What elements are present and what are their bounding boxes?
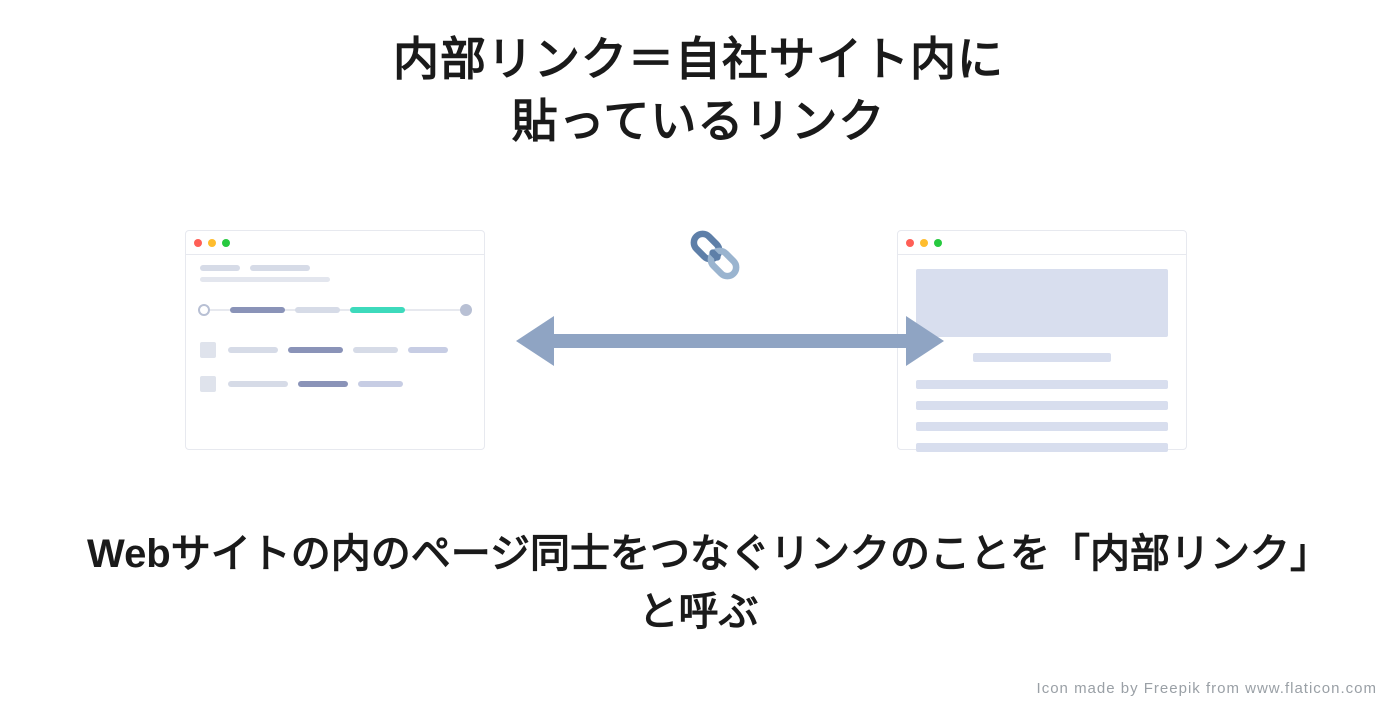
text-placeholder <box>973 353 1112 362</box>
placeholder-bar <box>200 265 240 271</box>
timeline-dot-icon <box>460 304 472 316</box>
header-bars <box>200 265 470 271</box>
list-item <box>200 376 470 392</box>
link-icon <box>680 220 750 290</box>
title-line-2: 貼っているリンク <box>512 95 886 147</box>
placeholder-bar <box>358 381 403 387</box>
timeline-segment <box>350 307 405 313</box>
window-titlebar <box>186 231 484 255</box>
timeline-segment <box>295 307 340 313</box>
timeline-dot-icon <box>198 304 210 316</box>
title-line-1: 内部リンク＝自社サイト内に <box>393 33 1004 85</box>
list-item <box>200 342 470 358</box>
placeholder-bar <box>228 347 278 353</box>
timeline <box>200 300 470 320</box>
placeholder-bar <box>200 277 330 282</box>
page-subtitle: Webサイトの内のページ同士をつなぐリンクのことを「内部リンク」と呼ぶ <box>80 525 1317 641</box>
placeholder-bar <box>228 381 288 387</box>
traffic-light-zoom-icon <box>222 239 230 247</box>
window-titlebar <box>898 231 1186 255</box>
placeholder-bar <box>298 381 348 387</box>
browser-window-left <box>185 230 485 450</box>
traffic-light-minimize-icon <box>920 239 928 247</box>
text-placeholder <box>916 422 1168 431</box>
arrow-shaft <box>550 334 910 348</box>
traffic-light-minimize-icon <box>208 239 216 247</box>
text-placeholder <box>916 443 1168 452</box>
placeholder-bar <box>408 347 448 353</box>
text-placeholder <box>916 401 1168 410</box>
window-body <box>186 255 484 420</box>
text-placeholder <box>916 380 1168 389</box>
window-body <box>898 255 1186 478</box>
list <box>200 342 470 392</box>
thumbnail-icon <box>200 376 216 392</box>
placeholder-bar <box>288 347 343 353</box>
list-item-bars <box>228 381 458 387</box>
traffic-light-close-icon <box>194 239 202 247</box>
placeholder-bar <box>353 347 398 353</box>
attribution-text: Icon made by Freepik from www.flaticon.c… <box>1037 680 1377 697</box>
placeholder-bar <box>250 265 310 271</box>
arrow-head-right-icon <box>906 316 944 366</box>
diagram-canvas: 内部リンク＝自社サイト内に 貼っているリンク <box>0 0 1397 707</box>
list-item-bars <box>228 347 458 353</box>
timeline-segment <box>230 307 285 313</box>
page-title: 内部リンク＝自社サイト内に 貼っているリンク <box>0 28 1397 152</box>
traffic-light-close-icon <box>906 239 914 247</box>
hero-placeholder <box>916 269 1168 337</box>
thumbnail-icon <box>200 342 216 358</box>
arrow-head-left-icon <box>516 316 554 366</box>
traffic-light-zoom-icon <box>934 239 942 247</box>
double-arrow-icon <box>520 300 940 380</box>
